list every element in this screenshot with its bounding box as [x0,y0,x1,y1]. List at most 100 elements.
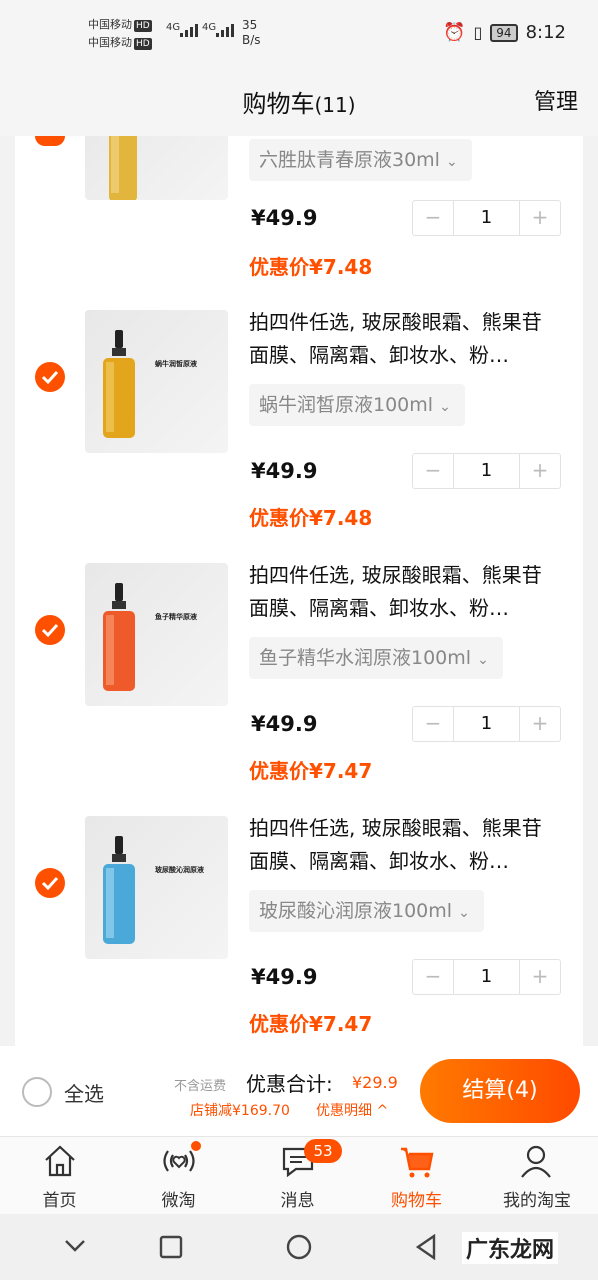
product-image[interactable]: 鱼子精华原液 [85,563,228,706]
increase-button[interactable]: + [520,454,560,488]
cart-list[interactable]: 六胜肽青春原液30ml ⌄ ¥49.9 − 1 + 优惠价¥7.48 蜗牛润皙原液… [15,136,583,1046]
bottle-icon [103,583,135,691]
chevron-down-icon: ⌄ [458,905,470,921]
bottle-icon [109,136,137,200]
quantity-value[interactable]: 1 [453,201,520,235]
item-description[interactable]: 拍四件任选, 玻尿酸眼霜、熊果苷面膜、隔离霜、卸妆水、粉… [249,559,559,625]
watermark: 广东龙网 [462,1232,559,1264]
bottom-tab-bar: 首页 微淘 53 消息 购物车 我的淘宝 [0,1136,598,1215]
recents-icon[interactable] [159,1235,183,1259]
check-icon [41,876,59,891]
decrease-button[interactable]: − [413,960,453,994]
tab-home-label: 首页 [42,1191,77,1211]
tab-cart-label: 购物车 [391,1191,442,1211]
tab-cart[interactable]: 购物车 [357,1137,476,1215]
sku-text: 鱼子精华水润原液100ml [259,647,472,669]
sku-selector[interactable]: 蜗牛润皙原液100ml ⌄ [249,384,465,426]
select-all-checkbox[interactable] [22,1077,52,1107]
decrease-button[interactable]: − [413,454,453,488]
user-icon [521,1145,551,1178]
product-label: 蜗牛润皙原液 [155,360,197,368]
item-checkbox[interactable] [35,868,65,898]
promo-price: 优惠价¥7.47 [249,1012,373,1036]
back-icon[interactable] [414,1234,438,1260]
quantity-value[interactable]: 1 [453,707,520,741]
product-label: 玻尿酸沁润原液 [155,866,204,874]
item-price: ¥49.9 [251,712,318,736]
battery-icon: 94 [490,23,518,42]
tab-messages[interactable]: 53 消息 [238,1137,357,1215]
tab-messages-label: 消息 [280,1191,315,1211]
tab-my-taobao-label: 我的淘宝 [503,1191,571,1211]
chevron-down-icon: ⌄ [439,399,451,415]
tab-weitao-label: 微淘 [161,1191,196,1211]
check-icon [41,370,59,385]
speed-unit: B/s [242,33,261,47]
clock: 8:12 [525,22,566,43]
item-checkbox[interactable] [35,615,65,645]
item-price: ¥49.9 [251,459,318,483]
sku-text: 蜗牛润皙原液100ml [259,394,434,416]
quantity-value[interactable]: 1 [453,960,520,994]
promo-price: 优惠价¥7.48 [249,255,373,279]
cart-item[interactable]: 六胜肽青春原液30ml ⌄ ¥49.9 − 1 + 优惠价¥7.48 [15,136,583,294]
discount-detail-label: 优惠明细 [316,1103,372,1119]
decrease-button[interactable]: − [413,707,453,741]
shop-discount: 店铺减¥169.70 [190,1103,290,1119]
discount-detail-button[interactable]: 优惠明细 ^ [316,1100,388,1120]
chevron-down-icon[interactable] [64,1239,86,1253]
tab-my-taobao[interactable]: 我的淘宝 [476,1137,598,1215]
increase-button[interactable]: + [520,201,560,235]
network-speed: 35 B/s [242,18,261,48]
title-text: 购物车 [242,90,315,118]
product-image[interactable] [85,136,228,200]
chevron-down-icon: ⌄ [445,154,458,170]
signal-icon [180,24,198,37]
speed-value: 35 [242,18,258,32]
hd-badge-2: HD [134,38,152,50]
messages-badge: 53 [304,1139,342,1163]
quantity-stepper[interactable]: − 1 + [412,453,561,489]
vibrate-icon: ▯ [473,23,483,42]
manage-button[interactable]: 管理 [534,84,578,116]
quantity-value[interactable]: 1 [453,454,520,488]
sku-selector[interactable]: 玻尿酸沁润原液100ml ⌄ [249,890,484,932]
item-checkbox[interactable] [35,362,65,392]
quantity-stepper[interactable]: − 1 + [412,959,561,995]
cart-item[interactable]: 鱼子精华原液 拍四件任选, 玻尿酸眼霜、熊果苷面膜、隔离霜、卸妆水、粉… 鱼子精… [15,547,583,800]
chevron-up-icon: ^ [376,1103,389,1119]
sku-selector[interactable]: 鱼子精华水润原液100ml ⌄ [249,637,503,679]
increase-button[interactable]: + [520,960,560,994]
product-image[interactable]: 蜗牛润皙原液 [85,310,228,453]
cart-count: (11) [314,93,356,117]
bottle-icon [103,836,135,944]
sku-text: 六胜肽青春原液30ml [259,149,440,171]
select-all-label[interactable]: 全选 [64,1078,104,1107]
cart-icon [401,1147,434,1178]
increase-button[interactable]: + [520,707,560,741]
total-value: ¥29.9 [352,1073,398,1092]
tab-home[interactable]: 首页 [0,1137,119,1215]
quantity-stepper[interactable]: − 1 + [412,200,561,236]
checkout-bar: 全选 不含运费 优惠合计: ¥29.9 店铺减¥169.70 优惠明细 ^ 结算… [0,1046,598,1136]
shipping-note: 不含运费 [174,1079,227,1094]
network-type-1: 4G [166,22,181,33]
item-checkbox[interactable] [35,136,65,146]
item-description[interactable]: 拍四件任选, 玻尿酸眼霜、熊果苷面膜、隔离霜、卸妆水、粉… [249,812,559,878]
quantity-stepper[interactable]: − 1 + [412,706,561,742]
product-image[interactable]: 玻尿酸沁润原液 [85,816,228,959]
home-circle-icon[interactable] [286,1234,312,1260]
home-icon [45,1145,75,1177]
page-title: 购物车(11) [0,84,598,119]
status-right: ⏰ ▯ 94 8:12 [443,22,566,43]
item-description[interactable]: 拍四件任选, 玻尿酸眼霜、熊果苷面膜、隔离霜、卸妆水、粉… [249,306,559,372]
checkout-button[interactable]: 结算(4) [420,1059,580,1123]
cart-item[interactable]: 玻尿酸沁润原液 拍四件任选, 玻尿酸眼霜、熊果苷面膜、隔离霜、卸妆水、粉… 玻尿… [15,800,583,1046]
decrease-button[interactable]: − [413,201,453,235]
carrier-1: 中国移动 [88,18,132,31]
sku-selector[interactable]: 六胜肽青春原液30ml ⌄ [249,139,472,181]
cart-item[interactable]: 蜗牛润皙原液 拍四件任选, 玻尿酸眼霜、熊果苷面膜、隔离霜、卸妆水、粉… 蜗牛润… [15,294,583,547]
chevron-down-icon: ⌄ [477,652,489,668]
tab-weitao[interactable]: 微淘 [119,1137,238,1215]
promo-price: 优惠价¥7.47 [249,759,373,783]
